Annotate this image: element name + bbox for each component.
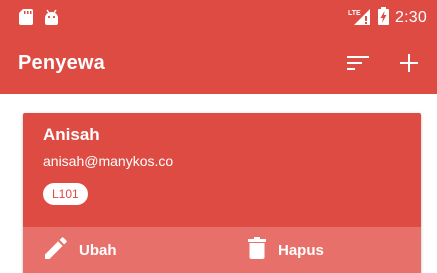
tenant-name: Anisah [43, 125, 100, 144]
card-actions: Ubah Hapus [23, 227, 421, 273]
status-notifications [19, 9, 59, 30]
delete-label: Hapus [278, 241, 324, 259]
screen: LTE 2:30 Penyewa Anisah anisah@manykos.c… [0, 0, 437, 273]
page-title: Penyewa [18, 52, 106, 74]
trash-icon [248, 237, 266, 263]
pencil-icon [45, 237, 67, 263]
status-bar: LTE 2:30 [0, 0, 437, 38]
tenant-card[interactable]: Anisah anisah@manykos.co L101 Ubah Hapus [23, 113, 421, 273]
tenant-email: anisah@manykos.co [43, 153, 174, 169]
add-icon [400, 53, 418, 77]
battery-charging-icon [378, 7, 390, 29]
edit-button[interactable]: Ubah [45, 227, 117, 273]
sort-button[interactable] [344, 51, 372, 79]
add-tenant-button[interactable] [395, 51, 423, 79]
edit-label: Ubah [79, 241, 117, 259]
room-badge: L101 [43, 183, 88, 205]
sd-card-icon [19, 9, 33, 30]
sort-icon [347, 55, 369, 76]
delete-button[interactable]: Hapus [248, 227, 324, 273]
app-bar: Penyewa [0, 38, 437, 94]
status-time: 2:30 [395, 9, 427, 26]
status-system: LTE 2:30 [348, 7, 427, 29]
android-icon [44, 9, 59, 30]
lte-label: LTE [348, 10, 361, 17]
lte-signal-icon: LTE [348, 7, 372, 29]
